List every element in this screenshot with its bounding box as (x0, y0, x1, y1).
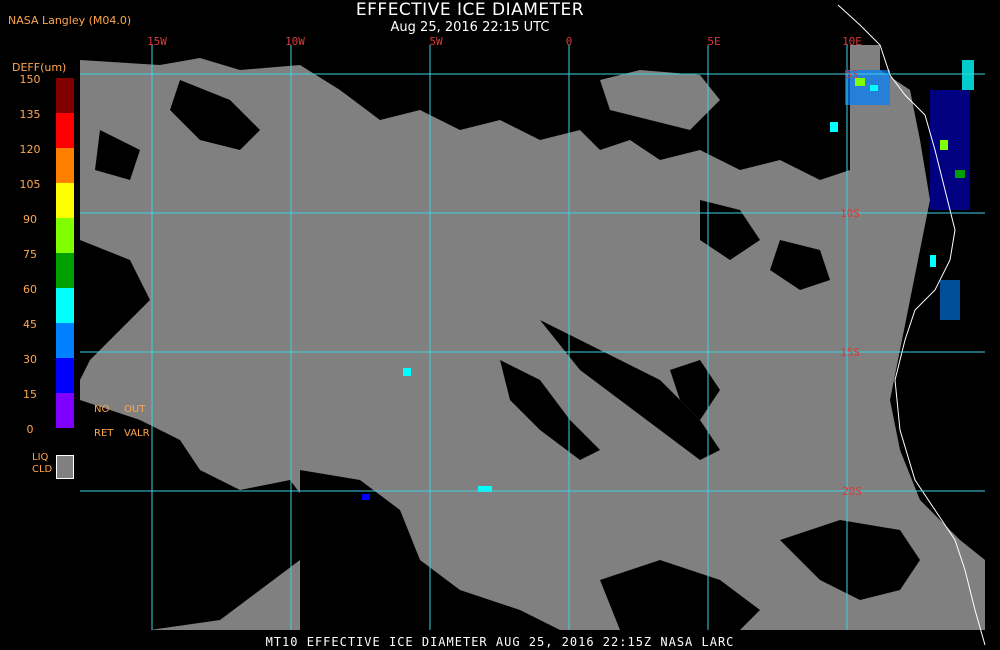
color-scale-segment (56, 393, 74, 428)
color-scale-segment (56, 358, 74, 393)
satellite-map: 15W 10W 5W 0 5E 10E 5S 10S 15S 20S (80, 4, 986, 646)
liq-cld-label-bottom: CLD (32, 464, 53, 475)
legend-tick-label: 15 (23, 388, 37, 401)
legend-tick-label: 60 (23, 283, 37, 296)
liquid-cloud-swatch (56, 455, 74, 479)
no-ret-label-bottom: RET (94, 428, 114, 439)
color-scale-segment (56, 113, 74, 148)
color-scale-bar (56, 78, 74, 428)
color-scale-segment (56, 218, 74, 253)
lon-label-5w: 5W (429, 35, 443, 48)
map-title: EFFECTIVE ICE DIAMETER (355, 0, 585, 20)
legend-tick-label: 135 (19, 108, 41, 121)
data-source-label: NASA Langley (M04.0) (8, 14, 132, 27)
legend-tick-label: 105 (19, 178, 41, 191)
color-scale-segment (56, 288, 74, 323)
lon-label-10e: 10E (842, 35, 862, 48)
legend-tick-label: 150 (19, 73, 41, 86)
lon-label-0: 0 (566, 35, 573, 48)
legend-tick-label: 120 (19, 143, 41, 156)
color-scale-segment (56, 323, 74, 358)
map-timestamp: Aug 25, 2016 22:15 UTC (390, 20, 550, 35)
legend-tick-label: 0 (26, 423, 34, 436)
liq-cld-label-top: LIQ (32, 452, 49, 463)
out-valr-label-bottom: VALR (124, 428, 150, 439)
lat-label-20s: 20S (842, 485, 862, 498)
lon-label-15w: 15W (147, 35, 167, 48)
legend-tick-label: 45 (23, 318, 37, 331)
color-scale-segment (56, 148, 74, 183)
color-scale-segment (56, 78, 74, 113)
color-scale-segment (56, 253, 74, 288)
legend-tick-label: 90 (23, 213, 37, 226)
color-scale-segment (56, 183, 74, 218)
lon-label-5e: 5E (707, 35, 720, 48)
legend-tick-label: 75 (23, 248, 37, 261)
footer-caption: MT10 EFFECTIVE ICE DIAMETER AUG 25, 2016… (265, 635, 735, 649)
lat-label-15s: 15S (840, 346, 860, 359)
lat-label-10s: 10S (840, 207, 860, 220)
legend-tick-label: 30 (23, 353, 37, 366)
out-valr-label-top: OUT (124, 404, 146, 415)
lon-label-10w: 10W (285, 35, 305, 48)
no-ret-label-top: NO (94, 404, 110, 415)
lat-label-5s: 5S (845, 68, 858, 81)
